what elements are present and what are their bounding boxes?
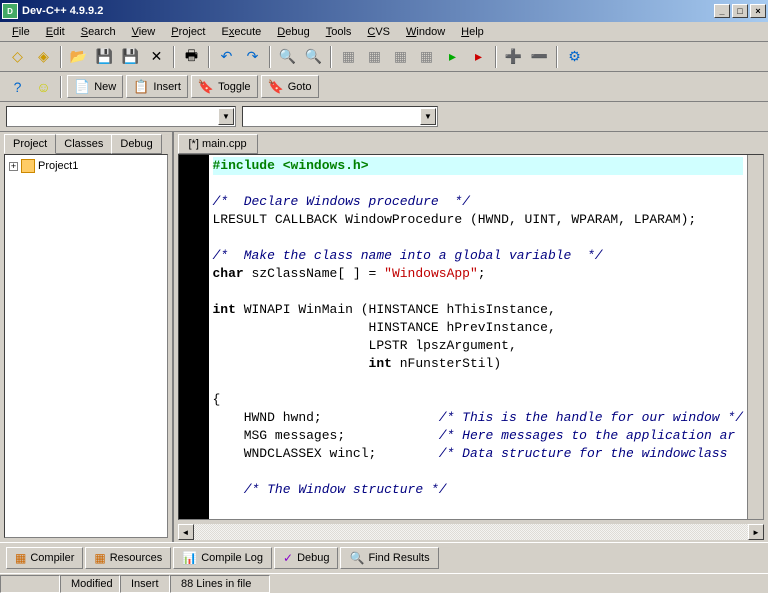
scroll-left-icon[interactable]: ◄ [178, 524, 194, 540]
close-file-icon[interactable]: ✕ [145, 45, 168, 68]
rebuild-icon[interactable]: ▦ [415, 45, 438, 68]
tree-item-project[interactable]: + Project1 [9, 159, 163, 173]
menu-project[interactable]: Project [163, 24, 213, 40]
project-label: Project1 [38, 160, 78, 172]
debug-stop-icon[interactable]: ▸ [467, 45, 490, 68]
save-icon[interactable]: 💾 [93, 45, 116, 68]
combo-row: ▼ ▼ [0, 102, 768, 132]
app-icon: D [2, 3, 18, 19]
status-bar: Modified Insert 88 Lines in file [0, 573, 768, 593]
add-file-icon[interactable]: ➕ [502, 45, 525, 68]
replace-icon[interactable]: 🔍 [302, 45, 325, 68]
menu-tools[interactable]: Tools [318, 24, 360, 40]
status-lines: 88 Lines in file [170, 575, 270, 593]
horizontal-scrollbar[interactable]: ◄ ► [178, 524, 765, 540]
tab-project[interactable]: Project [4, 134, 56, 154]
file-tab-main[interactable]: [*] main.cpp [178, 134, 258, 154]
menu-search[interactable]: Search [73, 24, 124, 40]
minimize-button[interactable]: _ [714, 4, 730, 18]
project-icon [21, 159, 35, 173]
expand-icon[interactable]: + [9, 162, 18, 171]
tab-debug[interactable]: Debug [111, 134, 161, 154]
gutter [179, 155, 209, 519]
left-panel: Project Classes Debug + Project1 [0, 132, 174, 542]
title-bar: D Dev-C++ 4.9.9.2 _ □ × [0, 0, 768, 22]
help-icon[interactable]: ? [6, 75, 29, 98]
new-file-icon[interactable]: ◇ [6, 45, 29, 68]
find-icon[interactable]: 🔍 [276, 45, 299, 68]
vertical-scrollbar[interactable] [747, 155, 763, 519]
menu-window[interactable]: Window [398, 24, 453, 40]
tab-classes[interactable]: Classes [55, 134, 112, 154]
menu-execute[interactable]: Execute [214, 24, 270, 40]
toggle-button[interactable]: 🔖Toggle [191, 75, 258, 98]
menu-edit[interactable]: Edit [38, 24, 73, 40]
save-all-icon[interactable]: 💾 [119, 45, 142, 68]
chevron-down-icon[interactable]: ▼ [420, 108, 436, 125]
window-title: Dev-C++ 4.9.9.2 [22, 5, 714, 17]
scroll-right-icon[interactable]: ► [748, 524, 764, 540]
undo-icon[interactable]: ↶ [215, 45, 238, 68]
new-button[interactable]: 📄New [67, 75, 123, 98]
menu-file[interactable]: File [4, 24, 38, 40]
menu-bar: File Edit Search View Project Execute De… [0, 22, 768, 42]
tab-find-results[interactable]: 🔍Find Results [340, 547, 438, 569]
goto-button[interactable]: 🔖Goto [261, 75, 319, 98]
print-icon[interactable]: 🖶 [180, 45, 203, 68]
new-project-icon[interactable]: ◈ [32, 45, 55, 68]
status-insert: Insert [120, 575, 170, 593]
menu-view[interactable]: View [124, 24, 164, 40]
project-tree[interactable]: + Project1 [4, 154, 168, 538]
menu-debug[interactable]: Debug [269, 24, 317, 40]
remove-file-icon[interactable]: ➖ [528, 45, 551, 68]
code-area[interactable]: #include <windows.h> /* Declare Windows … [209, 155, 748, 519]
run-icon[interactable]: ▦ [363, 45, 386, 68]
class-combo[interactable]: ▼ [6, 106, 236, 127]
debug-run-icon[interactable]: ▸ [441, 45, 464, 68]
tab-compile-log[interactable]: 📊Compile Log [173, 547, 272, 569]
tab-debug-bottom[interactable]: ✓Debug [274, 547, 338, 569]
menu-cvs[interactable]: CVS [359, 24, 398, 40]
compile-icon[interactable]: ▦ [337, 45, 360, 68]
maximize-button[interactable]: □ [732, 4, 748, 18]
tab-resources[interactable]: ▦Resources [85, 547, 171, 569]
compile-run-icon[interactable]: ▦ [389, 45, 412, 68]
status-cell-1 [0, 575, 60, 593]
editor-panel: [*] main.cpp #include <windows.h> /* Dec… [174, 132, 768, 542]
insert-button[interactable]: 📋Insert [126, 75, 188, 98]
editor[interactable]: #include <windows.h> /* Declare Windows … [178, 154, 765, 520]
options-icon[interactable]: ⚙ [563, 45, 586, 68]
toolbar-main: ◇ ◈ 📂 💾 💾 ✕ 🖶 ↶ ↷ 🔍 🔍 ▦ ▦ ▦ ▦ ▸ ▸ ➕ ➖ ⚙ [0, 42, 768, 72]
menu-help[interactable]: Help [453, 24, 492, 40]
method-combo[interactable]: ▼ [242, 106, 438, 127]
close-button[interactable]: × [750, 4, 766, 18]
toolbar-secondary: ? ☺ 📄New 📋Insert 🔖Toggle 🔖Goto [0, 72, 768, 102]
about-icon[interactable]: ☺ [32, 75, 55, 98]
status-modified: Modified [60, 575, 120, 593]
tab-compiler[interactable]: ▦Compiler [6, 547, 83, 569]
chevron-down-icon[interactable]: ▼ [218, 108, 234, 125]
redo-icon[interactable]: ↷ [241, 45, 264, 68]
open-icon[interactable]: 📂 [67, 45, 90, 68]
